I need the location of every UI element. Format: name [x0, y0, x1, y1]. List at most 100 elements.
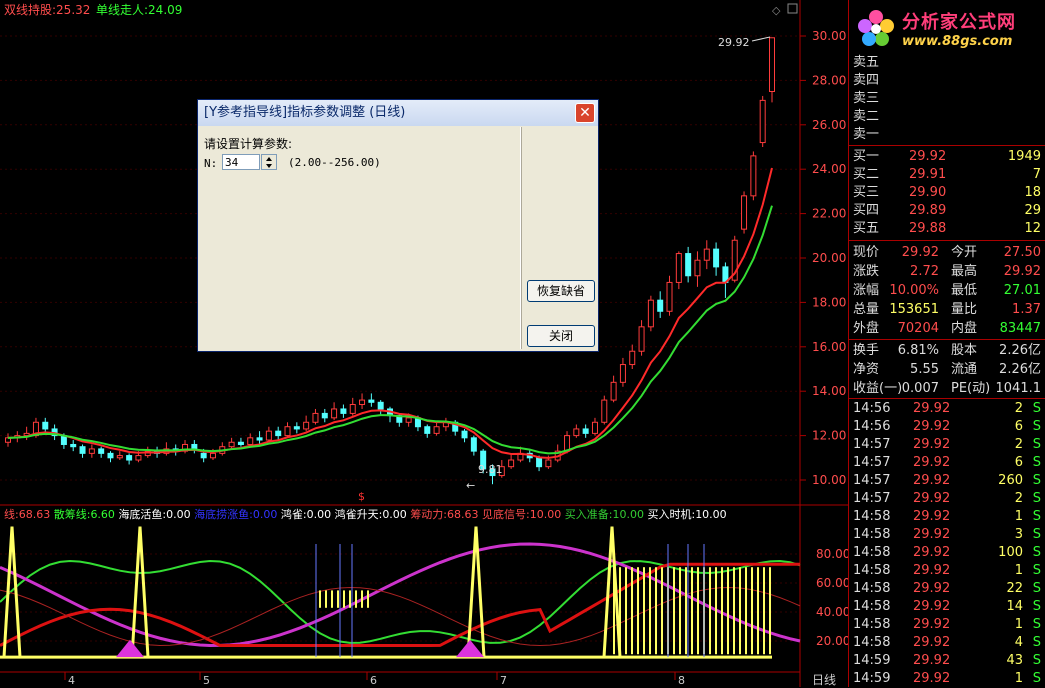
candle	[573, 424, 580, 438]
candle	[741, 191, 748, 234]
stat-row: 换手 6.81% 股本 2.26亿	[853, 342, 1043, 360]
candle	[312, 408, 319, 425]
price-tick-label: 20.00	[812, 251, 846, 265]
period-label[interactable]: 日线	[812, 673, 836, 687]
buy-level-row: 买五 29.88 12	[853, 220, 1043, 238]
tick-time: 14:58	[853, 617, 891, 632]
stat-row: 外盘 70204 内盘 83447	[853, 320, 1043, 338]
price-tick-label: 12.00	[812, 429, 846, 443]
tick-price: 29.92	[913, 635, 951, 650]
tick-row: 14:58 29.92 1 S	[853, 616, 1043, 634]
low-arrow-icon: ←	[466, 479, 475, 492]
candle	[713, 242, 720, 276]
stat-value: 29.92	[1003, 264, 1041, 279]
diamond-icon[interactable]: ◇	[772, 4, 781, 17]
candle	[275, 426, 282, 441]
tick-price: 29.92	[913, 509, 951, 524]
buy-level-volume: 29	[1024, 203, 1041, 218]
spin-up-icon[interactable]	[266, 157, 272, 161]
stat-label: 涨跌	[853, 264, 880, 279]
tick-side: S	[1032, 437, 1041, 452]
tick-volume: 1	[1014, 671, 1023, 686]
maximize-icon[interactable]	[787, 3, 798, 14]
tick-price: 29.92	[913, 653, 951, 668]
candle	[750, 151, 757, 201]
indicator-lines	[0, 526, 801, 659]
tick-time: 14:57	[853, 437, 891, 452]
price-tick-label: 18.00	[812, 295, 846, 309]
tick-volume: 260	[998, 473, 1023, 488]
tick-time: 14:58	[853, 509, 891, 524]
low-price-label: 9.81	[478, 463, 503, 476]
tick-price: 29.92	[913, 581, 951, 596]
candle	[191, 440, 198, 454]
stat-value: 2.26亿	[999, 362, 1041, 377]
date-tick-label: 4	[68, 674, 75, 687]
buy-signal-spike	[466, 526, 486, 658]
close-button[interactable]: 关闭	[527, 325, 595, 347]
stat-value: 83447	[999, 321, 1041, 336]
candle	[116, 451, 123, 461]
tick-time: 14:58	[853, 599, 891, 614]
restore-default-button[interactable]: 恢复缺省	[527, 280, 595, 302]
candle	[666, 275, 673, 316]
buy-level-volume: 7	[1032, 167, 1041, 182]
candle	[610, 375, 617, 403]
indicator-legend: 线:68.63 散筹线:6.60 海底活鱼:0.00 海底捞涨鱼:0.00 鸿雀…	[4, 507, 727, 521]
indicator-tick-label: 60.00	[816, 576, 848, 590]
tick-time: 14:58	[853, 563, 891, 578]
dialog-body: 请设置计算参数: N: (2.00--256.00)	[202, 127, 521, 349]
close-icon[interactable]: ✕	[575, 103, 595, 123]
stat-value: 2.26亿	[999, 343, 1041, 358]
tick-row: 14:57 29.92 260 S	[853, 472, 1043, 490]
tick-price: 29.92	[913, 617, 951, 632]
high-price-label: 29.92	[718, 36, 750, 49]
stat-row: 净资 5.55 流通 2.26亿	[853, 361, 1043, 379]
indicator-tick-label: 80.00	[816, 547, 848, 561]
tick-time: 14:57	[853, 455, 891, 470]
candle	[88, 444, 95, 458]
buy-level-row: 买二 29.91 7	[853, 166, 1043, 184]
tick-time: 14:58	[853, 545, 891, 560]
candle	[265, 426, 272, 443]
tick-side: S	[1032, 635, 1041, 650]
stat-row: 现价 29.92 今开 27.50	[853, 244, 1043, 262]
buy-level-label: 买二	[853, 167, 880, 182]
stat-label: PE(动)	[951, 381, 991, 396]
candle	[582, 424, 589, 438]
tick-side: S	[1032, 491, 1041, 506]
dialog-titlebar[interactable]: [Y参考指导线]指标参数调整 (日线) ✕	[198, 100, 598, 126]
quote-panel: 卖五 卖四 卖三 卖二 卖一 买一 29.92 1949 买二 29.91 7 买三 29.90 18 买四…	[848, 0, 1045, 687]
tick-volume: 2	[1014, 437, 1023, 452]
candle	[107, 451, 114, 463]
tick-side: S	[1032, 599, 1041, 614]
param-n-input[interactable]	[222, 154, 260, 170]
candle	[359, 393, 366, 409]
sell-level-row: 卖二	[853, 108, 1043, 126]
tick-price: 29.92	[913, 599, 951, 614]
tick-time: 14:57	[853, 491, 891, 506]
candle	[70, 440, 77, 452]
candle	[442, 417, 449, 432]
candle	[219, 442, 226, 456]
price-tick-label: 16.00	[812, 340, 846, 354]
tick-row: 14:58 29.92 14 S	[853, 598, 1043, 616]
legend-single-line: 单线走人:24.09	[96, 3, 182, 17]
param-n-spinner[interactable]	[261, 154, 277, 170]
tick-time: 14:58	[853, 527, 891, 542]
buy-level-price: 29.92	[909, 149, 947, 164]
tick-row: 14:57 29.92 2 S	[853, 490, 1043, 508]
candle	[508, 453, 515, 469]
tick-volume: 1	[1014, 563, 1023, 578]
stat-value: 5.55	[910, 362, 939, 377]
tick-time: 14:57	[853, 473, 891, 488]
candle	[629, 344, 636, 369]
candle	[237, 437, 244, 447]
tick-price: 29.92	[913, 437, 951, 452]
stat-value: 153651	[889, 302, 939, 317]
candle	[433, 422, 440, 436]
candle	[759, 95, 766, 147]
buy-level-price: 29.88	[909, 221, 947, 236]
spin-down-icon[interactable]	[266, 164, 272, 168]
tick-side: S	[1032, 563, 1041, 578]
